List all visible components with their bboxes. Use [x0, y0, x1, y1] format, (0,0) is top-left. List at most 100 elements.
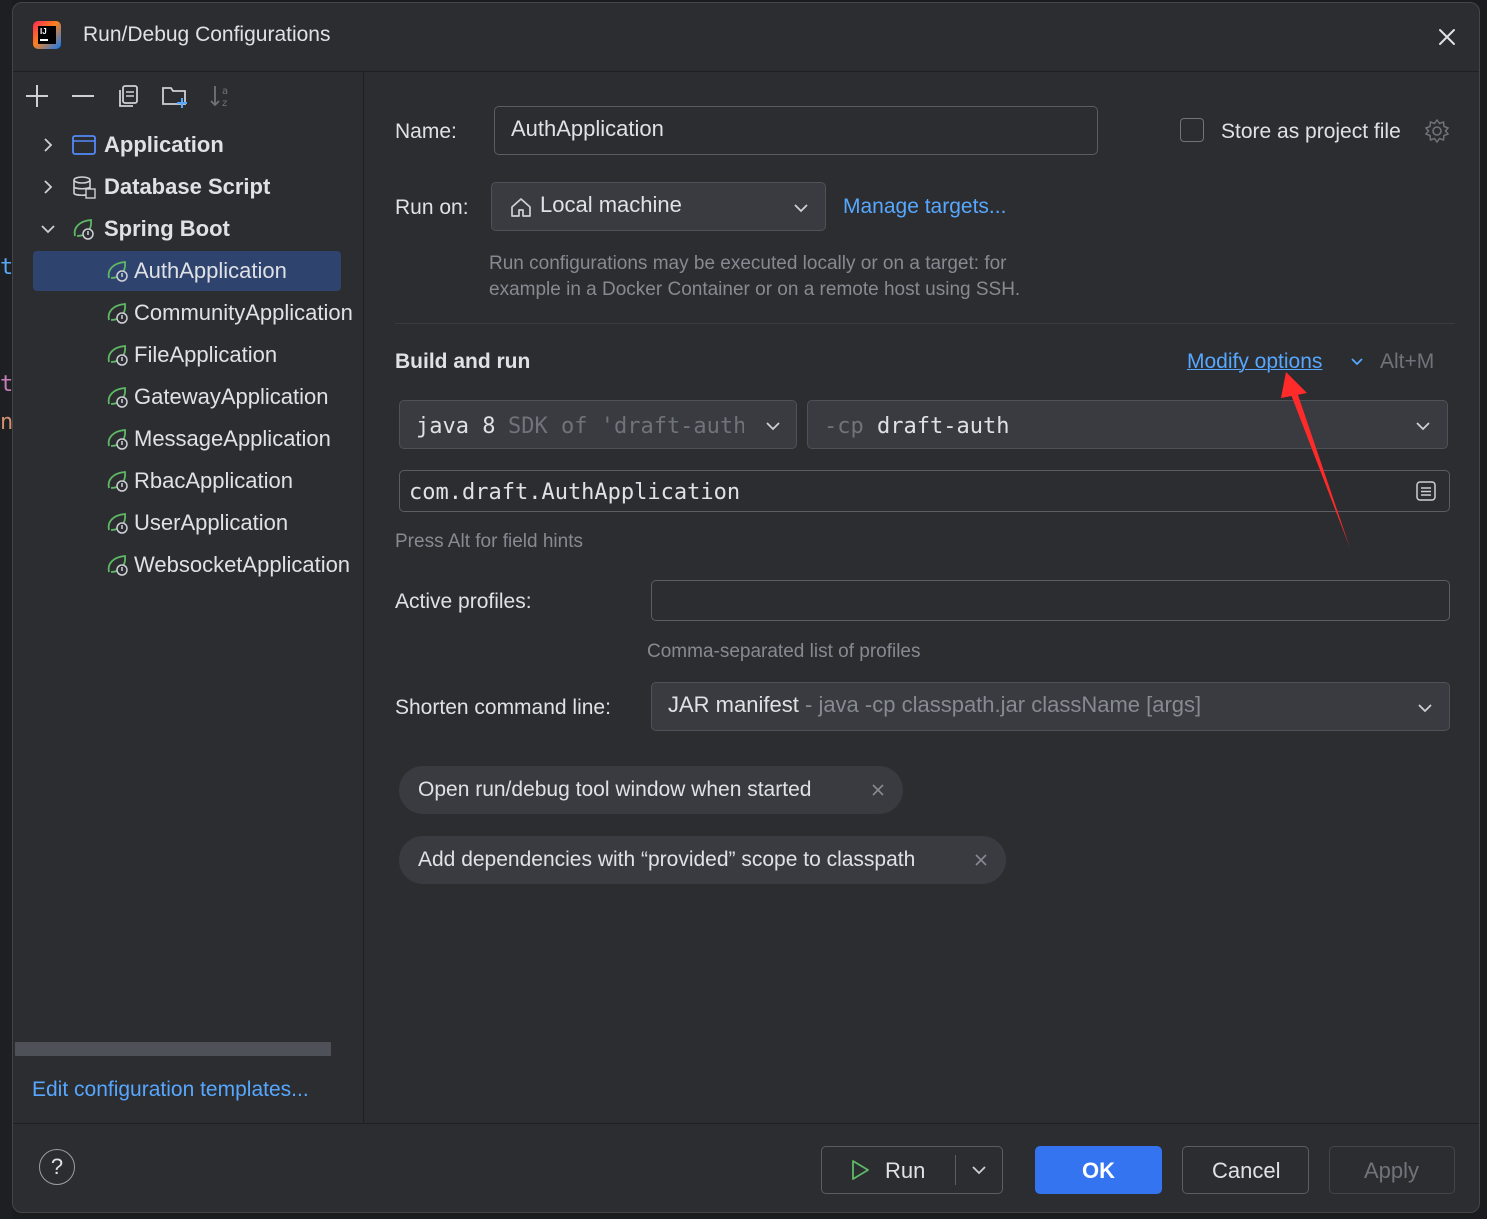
configurations-sidebar: a z Application Database Script Spring B… [13, 72, 364, 1123]
tree-item-messageapplication[interactable]: MessageApplication [13, 418, 363, 460]
tree-item-label: UserApplication [134, 510, 289, 535]
database-icon [73, 176, 96, 199]
tree-group-database-script[interactable]: Database Script [13, 166, 363, 208]
intellij-logo-icon: IJ [33, 21, 61, 49]
cancel-button-label: Cancel [1212, 1158, 1281, 1183]
sort-button[interactable]: a z [205, 80, 237, 112]
tree-group-label: Spring Boot [104, 216, 230, 241]
tree-item-websocketapplication[interactable]: WebsocketApplication [13, 544, 363, 586]
name-input[interactable]: AuthApplication [494, 106, 1098, 155]
chevron-down-icon [1418, 704, 1432, 713]
run-on-dropdown[interactable]: Local machine [491, 182, 826, 231]
home-icon [511, 198, 531, 217]
close-icon[interactable] [1433, 23, 1461, 51]
tree-item-label: GatewayApplication [134, 384, 329, 409]
shorten-sub: - java -cp classpath.jar className [args… [805, 692, 1202, 717]
spring-boot-icon [107, 261, 128, 282]
tree-group-spring-boot[interactable]: Spring Boot [13, 208, 363, 250]
title-bar: IJ Run/Debug Configurations [13, 3, 1479, 72]
browse-class-icon[interactable] [1414, 479, 1438, 503]
close-icon[interactable] [870, 782, 886, 798]
background-editor-strip: t t n [0, 0, 13, 1219]
apply-button-label: Apply [1364, 1158, 1420, 1183]
active-profiles-input[interactable] [651, 580, 1450, 621]
main-class-value: com.draft.AuthApplication [409, 480, 741, 505]
spring-boot-icon [107, 387, 128, 408]
tree-item-gatewayapplication[interactable]: GatewayApplication [13, 376, 363, 418]
modify-options-shortcut: Alt+M [1380, 350, 1435, 373]
tree-item-label: CommunityApplication [134, 300, 353, 325]
run-on-hint-line-1: Run configurations may be executed local… [489, 253, 1007, 274]
ok-button-label: OK [1082, 1158, 1115, 1183]
ok-button[interactable]: OK [1035, 1146, 1162, 1194]
name-input-value: AuthApplication [511, 116, 664, 141]
tree-item-userapplication[interactable]: UserApplication [13, 502, 363, 544]
spring-boot-icon [73, 219, 94, 240]
run-debug-dialog: IJ Run/Debug Configurations a z Applicat… [12, 2, 1480, 1213]
jdk-main: java 8 [416, 414, 496, 439]
sort-alpha-icon: a z [210, 86, 228, 109]
store-as-project-file-checkbox[interactable] [1180, 118, 1204, 142]
run-icon [852, 1160, 869, 1180]
chevron-down-icon [794, 204, 808, 213]
tree-item-label: AuthApplication [134, 258, 287, 283]
classpath-module-dropdown[interactable]: -cp draft-auth [807, 400, 1448, 449]
tree-group-label: Database Script [104, 174, 271, 199]
new-folder-icon [162, 87, 187, 108]
close-icon[interactable] [973, 852, 989, 868]
sidebar-toolbar: a z [21, 80, 237, 116]
remove-configuration-button[interactable] [67, 80, 99, 112]
build-and-run-heading: Build and run [395, 350, 531, 373]
plus-icon [26, 85, 48, 107]
tree-group-label: Application [104, 132, 224, 157]
help-button[interactable]: ? [39, 1149, 75, 1185]
store-as-project-file-label[interactable]: Store as project file [1221, 120, 1401, 144]
jdk-sub: SDK of 'draft-auth' [508, 414, 744, 439]
edit-templates-link[interactable]: Edit configuration templates... [32, 1078, 309, 1102]
cancel-button[interactable]: Cancel [1182, 1146, 1309, 1194]
name-label: Name: [395, 120, 457, 143]
active-profiles-label: Active profiles: [395, 590, 532, 613]
manage-targets-link[interactable]: Manage targets... [843, 195, 1006, 219]
main-class-input[interactable]: com.draft.AuthApplication [399, 470, 1450, 512]
shorten-main: JAR manifest [668, 692, 799, 717]
jdk-dropdown[interactable]: java 8 SDK of 'draft-auth' [399, 400, 797, 449]
tree-item-rbacapplication[interactable]: RbacApplication [13, 460, 363, 502]
chevron-down-icon[interactable] [1348, 353, 1366, 371]
tree-group-application[interactable]: Application [13, 124, 363, 166]
option-chip-open-tool-window: Open run/debug tool window when started [399, 766, 903, 814]
spring-boot-icon [107, 345, 128, 366]
tree-item-authapplication[interactable]: AuthApplication [13, 250, 363, 292]
apply-button[interactable]: Apply [1329, 1146, 1455, 1194]
spring-boot-icon [107, 303, 128, 324]
add-configuration-button[interactable] [21, 80, 53, 112]
chevron-right-icon[interactable] [39, 178, 57, 196]
tree-item-communityapplication[interactable]: CommunityApplication [13, 292, 363, 334]
gear-icon[interactable] [1423, 117, 1451, 145]
option-chip-label: Add dependencies with “provided” scope t… [418, 848, 916, 871]
sidebar-horizontal-scrollbar[interactable] [15, 1042, 331, 1056]
option-chip-provided-scope: Add dependencies with “provided” scope t… [399, 836, 1006, 884]
cp-value: draft-auth [877, 414, 1010, 439]
tree-item-label: RbacApplication [134, 468, 293, 493]
chevron-down-icon [1416, 422, 1430, 431]
chevron-down-icon[interactable] [970, 1161, 988, 1179]
run-button[interactable]: Run [822, 1147, 955, 1193]
profiles-hint: Comma-separated list of profiles [647, 641, 921, 662]
run-on-label: Run on: [395, 196, 469, 219]
chevron-down-icon[interactable] [39, 220, 57, 238]
shorten-command-line-dropdown[interactable]: JAR manifest - java -cp classpath.jar cl… [651, 682, 1450, 731]
modify-options-link[interactable]: Modify options [1187, 350, 1322, 374]
copy-configuration-button[interactable] [113, 80, 145, 112]
copy-icon [119, 85, 138, 107]
chevron-right-icon[interactable] [39, 136, 57, 154]
svg-text:a: a [222, 86, 228, 97]
dialog-footer: ? Run OK Cancel Apply [13, 1123, 1479, 1212]
spring-boot-icon [107, 513, 128, 534]
tree-item-label: FileApplication [134, 342, 278, 367]
chevron-down-icon [766, 422, 780, 431]
tree-item-label: WebsocketApplication [134, 552, 351, 577]
new-folder-button[interactable] [159, 80, 191, 112]
tree-item-fileapplication[interactable]: FileApplication [13, 334, 363, 376]
spring-boot-icon [107, 429, 128, 450]
